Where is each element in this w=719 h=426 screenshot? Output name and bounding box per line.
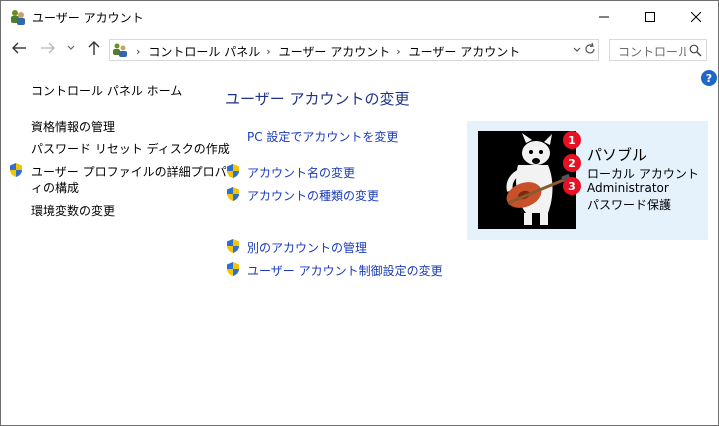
breadcrumb-separator-icon[interactable]: › [266, 45, 270, 58]
user-accounts-window: ユーザー アカウント › コントロール パネル › ユーザー アカウント › ユ… [0, 0, 719, 426]
account-name: パソブル [587, 146, 648, 164]
back-button[interactable] [8, 38, 30, 58]
uac-shield-icon [227, 262, 239, 276]
title-bar: ユーザー アカウント [1, 1, 718, 32]
account-avatar[interactable] [478, 131, 576, 229]
account-card: 1 2 3 パソブル ローカル アカウント Administrator パスワー… [467, 121, 708, 240]
pc-settings-link[interactable]: PC 設定でアカウントを変更 [247, 128, 398, 145]
callout-badge-2: 2 [563, 154, 581, 172]
maximize-icon [645, 11, 655, 22]
close-button[interactable] [673, 1, 718, 32]
change-account-name-link[interactable]: アカウント名の変更 [247, 164, 355, 181]
sidebar-link-manage-credentials[interactable]: 資格情報の管理 [31, 118, 115, 135]
chevron-down-icon [67, 45, 75, 50]
minimize-icon [599, 16, 609, 17]
uac-settings-link[interactable]: ユーザー アカウント制御設定の変更 [247, 262, 443, 279]
arrow-right-icon [41, 42, 55, 54]
refresh-icon [585, 42, 595, 54]
breadcrumb-item-control-panel[interactable]: コントロール パネル [148, 43, 260, 60]
refresh-button[interactable] [583, 40, 597, 58]
breadcrumb-separator-icon[interactable]: › [396, 45, 400, 58]
manage-another-account-link[interactable]: 別のアカウントの管理 [247, 239, 367, 256]
breadcrumb-separator-icon: › [136, 45, 141, 58]
search-input[interactable]: コントロール パネルの検索 [618, 43, 686, 60]
search-box[interactable]: コントロール パネルの検索 [609, 39, 707, 61]
uac-shield-icon [10, 163, 22, 177]
up-button[interactable] [83, 38, 105, 58]
window-title: ユーザー アカウント [32, 11, 144, 25]
search-icon[interactable] [689, 44, 702, 57]
sidebar-link-advanced-profile-properties-line1[interactable]: ユーザー プロファイルの詳細プロパテ [31, 163, 239, 180]
address-bar[interactable]: › コントロール パネル › ユーザー アカウント › ユーザー アカウント [109, 39, 599, 61]
page-title: ユーザー アカウントの変更 [225, 90, 410, 108]
recent-locations-button[interactable] [65, 38, 77, 58]
account-type: ローカル アカウント [587, 167, 699, 181]
account-password-status: パスワード保護 [587, 198, 672, 212]
forward-button[interactable] [37, 38, 59, 58]
arrow-up-icon [88, 41, 100, 55]
uac-shield-icon [227, 164, 239, 178]
maximize-button[interactable] [627, 1, 673, 32]
change-account-type-link[interactable]: アカウントの種類の変更 [247, 187, 379, 204]
content-area: ? コントロール パネル ホーム 資格情報の管理 パスワード リセット ディスク… [1, 64, 718, 425]
sidebar-link-environment-variables[interactable]: 環境変数の変更 [31, 202, 115, 219]
close-icon [691, 11, 701, 22]
help-icon[interactable]: ? [701, 70, 717, 86]
account-role: Administrator [587, 181, 669, 195]
breadcrumb: › コントロール パネル › ユーザー アカウント › ユーザー アカウント [130, 43, 520, 60]
sidebar-link-password-reset-disk[interactable]: パスワード リセット ディスクの作成 [31, 140, 230, 157]
breadcrumb-item-user-accounts[interactable]: ユーザー アカウント [279, 43, 391, 60]
minimize-button[interactable] [581, 1, 627, 32]
breadcrumb-item-user-accounts-current[interactable]: ユーザー アカウント [409, 43, 521, 60]
chevron-down-icon [573, 47, 581, 52]
sidebar-link-advanced-profile-properties-line2[interactable]: ィの構成 [31, 179, 79, 196]
uac-shield-icon [227, 187, 239, 201]
navigation-bar: › コントロール パネル › ユーザー アカウント › ユーザー アカウント コ… [1, 32, 718, 64]
avatar-guitar-cat-image [478, 131, 576, 229]
address-dropdown-button[interactable] [572, 44, 582, 56]
callout-badge-1: 1 [563, 131, 581, 149]
arrow-left-icon [12, 42, 26, 54]
user-accounts-icon [11, 10, 25, 25]
control-panel-users-icon [113, 43, 127, 57]
sidebar-link-control-panel-home[interactable]: コントロール パネル ホーム [31, 82, 182, 99]
callout-badge-3: 3 [563, 177, 581, 195]
uac-shield-icon [227, 239, 239, 253]
